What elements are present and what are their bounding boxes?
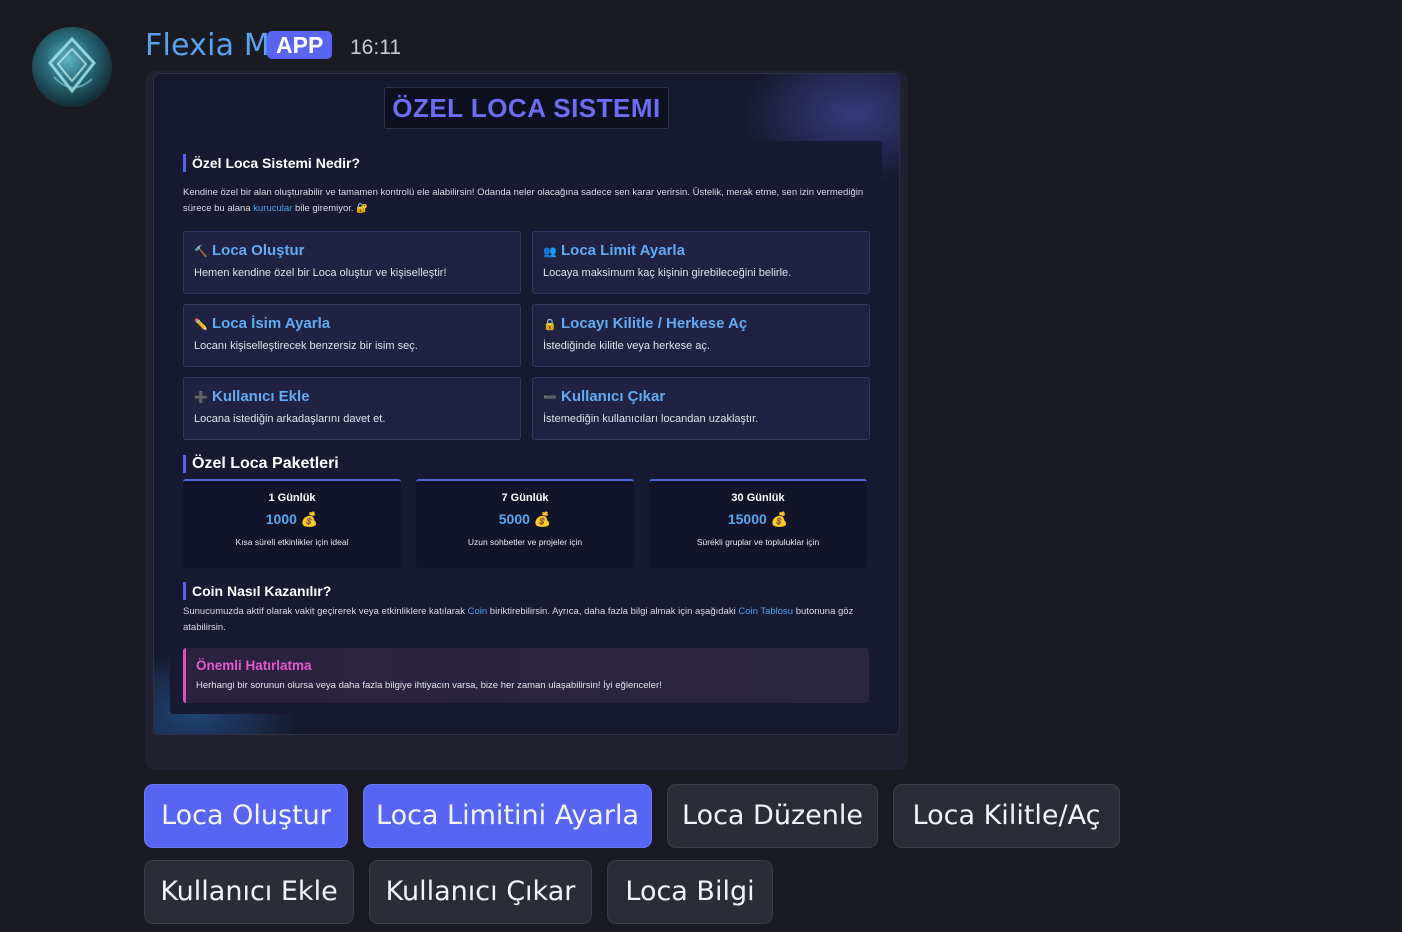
- section-heading-what-is: Özel Loca Sistemi Nedir?: [183, 154, 360, 172]
- bot-avatar[interactable]: [32, 27, 112, 107]
- feature-title: Kullanıcı Ekle: [212, 388, 310, 405]
- coin-table-link: Coin Tablosu: [738, 606, 794, 617]
- feature-desc: İstediğinde kilitle veya herkese aç.: [543, 340, 710, 352]
- minus-icon: ➖: [543, 392, 557, 404]
- pencil-icon: ✏️: [194, 319, 208, 331]
- feature-title: Loca İsim Ayarla: [212, 315, 331, 332]
- package-card-30-day: 30 Günlük 15000 💰 Sürekli gruplar ve top…: [649, 479, 867, 568]
- package-price: 15000 💰: [727, 511, 789, 527]
- feature-desc: İstemediğin kullanıcıları locandan uzakl…: [543, 413, 759, 425]
- feature-title: Kullanıcı Çıkar: [561, 388, 666, 405]
- plus-icon: ➕: [194, 392, 208, 404]
- section-heading-packages: Özel Loca Paketleri: [183, 455, 339, 473]
- feature-title: Loca Oluştur: [212, 242, 305, 259]
- package-name: 1 Günlük: [268, 492, 316, 504]
- package-desc: Sürekli gruplar ve topluluklar için: [696, 537, 820, 547]
- feature-desc: Locaya maksimum kaç kişinin girebileceği…: [543, 267, 792, 279]
- package-name: 7 Günlük: [501, 492, 549, 504]
- username[interactable]: Flexia M: [145, 28, 270, 63]
- loca-info-button[interactable]: Loca Bilgi: [607, 860, 773, 924]
- set-loca-limit-button[interactable]: Loca Limitini Ayarla: [363, 784, 652, 848]
- create-loca-button[interactable]: Loca Oluştur: [144, 784, 348, 848]
- app-badge: APP: [267, 31, 333, 59]
- embed-image-card: ÖZEL LOCA SISTEMI Özel Loca Sistemi Nedi…: [153, 73, 900, 735]
- feature-desc: Locanı kişiselleştirecek benzersiz bir i…: [194, 340, 418, 352]
- coin-text: Sunucumuzda aktif olarak vakit geçirerek…: [183, 606, 854, 633]
- package-price: 1000 💰: [265, 511, 319, 527]
- package-card-1-day: 1 Günlük 1000 💰 Kısa süreli etkinlikler …: [183, 479, 401, 568]
- section-heading-coin: Coin Nasıl Kazanılır?: [183, 582, 331, 600]
- package-price: 5000 💰: [498, 511, 552, 527]
- lock-icon: 🔒: [543, 319, 557, 331]
- lock-unlock-loca-button[interactable]: Loca Kilitle/Aç: [893, 784, 1120, 848]
- package-desc: Kısa süreli etkinlikler için ideal: [235, 537, 349, 547]
- feature-card-remove-user: ➖ Kullanıcı Çıkar İstemediğin kullanıcıl…: [532, 377, 870, 440]
- feature-desc: Hemen kendine özel bir Loca oluştur ve k…: [194, 267, 447, 279]
- feature-card-lock: 🔒 Locayı Kilitle / Herkese Aç İstediğind…: [532, 304, 870, 367]
- hammer-icon: 🔨: [194, 246, 208, 258]
- edit-loca-button[interactable]: Loca Düzenle: [667, 784, 878, 848]
- diamond-logo-icon: [48, 36, 96, 94]
- what-is-text: Kendine özel bir alan oluşturabilir ve t…: [183, 187, 864, 214]
- add-user-button[interactable]: Kullanıcı Ekle: [144, 860, 354, 924]
- feature-card-add-user: ➕ Kullanıcı Ekle Locana istediğin arkada…: [183, 377, 521, 440]
- card-title: ÖZEL LOCA SISTEMI: [384, 87, 669, 129]
- feature-title: Loca Limit Ayarla: [561, 242, 685, 259]
- feature-title: Locayı Kilitle / Herkese Aç: [561, 315, 748, 332]
- remove-user-button[interactable]: Kullanıcı Çıkar: [369, 860, 592, 924]
- reminder-title: Önemli Hatırlatma: [196, 658, 312, 673]
- coin-link: Coin: [467, 606, 488, 617]
- package-desc: Uzun sohbetler ve projeler için: [467, 537, 583, 547]
- timestamp: 16:11: [350, 36, 401, 59]
- package-card-7-day: 7 Günlük 5000 💰 Uzun sohbetler ve projel…: [416, 479, 634, 568]
- kurucular-link: kurucular: [253, 203, 293, 214]
- reminder-box: Önemli Hatırlatma Herhangi bir sorunun o…: [183, 648, 869, 703]
- feature-card-name: ✏️ Loca İsim Ayarla Locanı kişiselleştir…: [183, 304, 521, 367]
- feature-card-create: 🔨 Loca Oluştur Hemen kendine özel bir Lo…: [183, 231, 521, 294]
- users-icon: 👥: [543, 246, 557, 258]
- feature-card-limit: 👥 Loca Limit Ayarla Locaya maksimum kaç …: [532, 231, 870, 294]
- card-content: Özel Loca Sistemi Nedir? Kendine özel bi…: [170, 141, 882, 714]
- reminder-text: Herhangi bir sorunun olursa veya daha fa…: [196, 680, 662, 691]
- feature-desc: Locana istediğin arkadaşlarını davet et.: [194, 413, 386, 425]
- package-name: 30 Günlük: [731, 492, 785, 504]
